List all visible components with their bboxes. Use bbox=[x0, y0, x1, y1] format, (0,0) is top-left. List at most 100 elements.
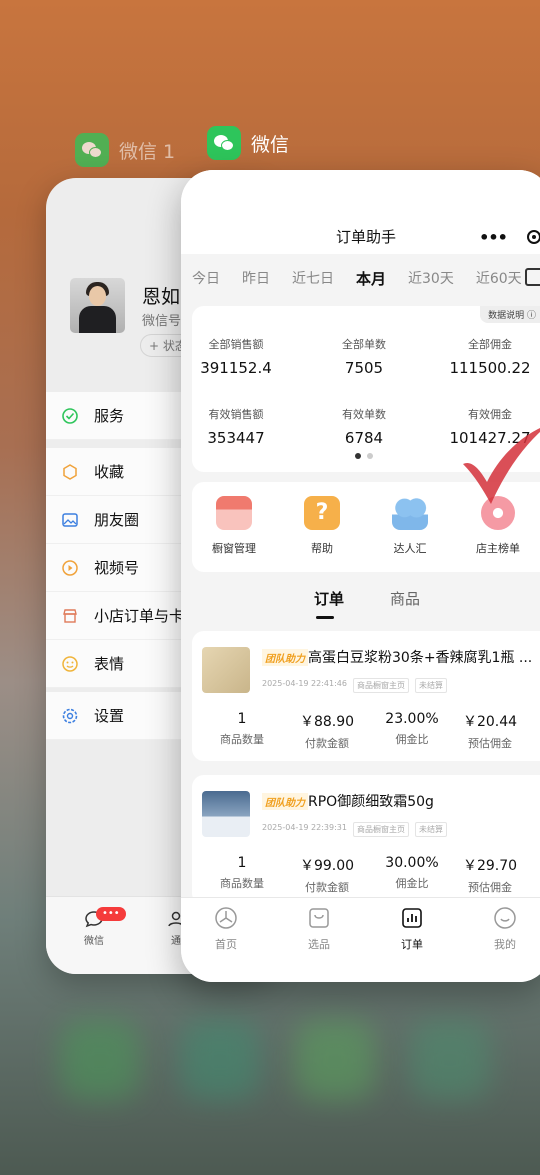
order-estimated-commission: ￥20.44 预估佣金 bbox=[448, 711, 532, 751]
more-options-button[interactable]: ••• bbox=[473, 228, 513, 247]
cell-label: 预估佣金 bbox=[468, 881, 512, 894]
tab-home[interactable]: 首页 bbox=[196, 906, 256, 952]
stat-value: 111500.22 bbox=[449, 359, 531, 377]
unread-badge: ••• bbox=[96, 907, 126, 921]
stat-valid-orders: 有效单数 6784 bbox=[304, 406, 424, 447]
tool-storefront-management[interactable]: 橱窗管理 bbox=[194, 496, 274, 556]
tab-yesterday[interactable]: 昨日 bbox=[231, 268, 281, 288]
background-app-blur bbox=[60, 1020, 140, 1100]
order-product-title: RPO御颜细致霜50g bbox=[308, 794, 434, 810]
stat-value: 7505 bbox=[344, 359, 384, 377]
tab-orders[interactable]: 订单 bbox=[314, 588, 344, 609]
shop-icon bbox=[60, 606, 80, 626]
channels-icon bbox=[60, 558, 80, 578]
cell-label: 佣金比 bbox=[395, 877, 429, 890]
team-boost-tag: 团队助力 bbox=[262, 793, 308, 810]
stat-valid-sales: 有效销售额 353447 bbox=[181, 406, 296, 447]
data-explanation-button[interactable]: 数据说明 ⓘ bbox=[480, 306, 540, 323]
stat-total-orders: 全部单数 7505 bbox=[304, 336, 424, 377]
tool-talent-hub[interactable]: 达人汇 bbox=[370, 496, 450, 556]
order-time: 2025-04-19 22:41:46 bbox=[262, 679, 347, 688]
tool-label: 店主榜单 bbox=[476, 542, 520, 555]
favorites-icon bbox=[60, 462, 80, 482]
settings-icon bbox=[60, 706, 80, 726]
tab-last-30-days[interactable]: 近30天 bbox=[397, 268, 465, 288]
tab-products[interactable]: 商品 bbox=[390, 588, 420, 609]
stat-value: 353447 bbox=[207, 429, 265, 447]
avatar[interactable] bbox=[70, 278, 125, 333]
team-boost-tag: 团队助力 bbox=[262, 649, 308, 666]
menu-item-label: 收藏 bbox=[94, 463, 125, 481]
orders-chart-icon bbox=[402, 908, 422, 928]
cell-value: 23.00% bbox=[385, 711, 439, 727]
background-app-blur bbox=[295, 1020, 375, 1100]
order-payment: ￥99.00 付款金额 bbox=[285, 855, 369, 895]
order-payment: ￥88.90 付款金额 bbox=[285, 711, 369, 751]
carousel-indicator bbox=[355, 453, 373, 459]
cell-value: 1 bbox=[237, 855, 247, 871]
tab-last-60-days[interactable]: 近60天 bbox=[465, 268, 533, 288]
settlement-status-tag: 未结算 bbox=[414, 678, 447, 693]
order-estimated-commission: ￥29.70 预估佣金 bbox=[448, 855, 532, 895]
order-commission-rate: 30.00% 佣金比 bbox=[370, 855, 454, 891]
menu-item-label: 小店订单与卡 bbox=[94, 607, 185, 625]
front-app-name: 微信 bbox=[251, 133, 290, 156]
tab-label: 微信 bbox=[84, 936, 104, 947]
active-tab-underline bbox=[316, 616, 334, 619]
product-thumbnail bbox=[202, 791, 250, 837]
tab-last-7-days[interactable]: 近七日 bbox=[281, 268, 345, 288]
emoji-icon bbox=[60, 654, 80, 674]
tool-label: 橱窗管理 bbox=[212, 542, 256, 555]
wechat-icon bbox=[75, 133, 109, 167]
tool-help[interactable]: ? 帮助 bbox=[282, 496, 362, 556]
tab-today[interactable]: 今日 bbox=[181, 268, 231, 288]
order-commission-rate: 23.00% 佣金比 bbox=[370, 711, 454, 747]
tab-chats[interactable]: 微信 ••• bbox=[74, 907, 126, 947]
tab-label: 我的 bbox=[494, 938, 516, 951]
cell-label: 佣金比 bbox=[395, 733, 429, 746]
stat-label: 有效销售额 bbox=[208, 408, 264, 421]
order-meta: 2025-04-19 22:41:46 商品橱窗主页 未结算 bbox=[262, 678, 447, 693]
tab-label: 首页 bbox=[215, 938, 237, 951]
order-card[interactable]: 团队助力 高蛋白豆浆粉30条+香辣腐乳1瓶 ... 2025-04-19 22:… bbox=[192, 631, 540, 761]
tool-label: 达人汇 bbox=[393, 542, 427, 555]
date-range-tabs: 今日 昨日 近七日 本月 近30天 近60天 bbox=[181, 254, 540, 302]
cell-value: ￥20.44 bbox=[462, 714, 518, 730]
home-icon bbox=[215, 907, 237, 929]
order-quantity: 1 商品数量 bbox=[200, 855, 284, 891]
order-time: 2025-04-19 22:39:31 bbox=[262, 823, 347, 832]
menu-item-label: 设置 bbox=[94, 707, 125, 725]
order-meta: 2025-04-19 22:39:31 商品橱窗主页 未结算 bbox=[262, 822, 447, 837]
stat-label: 全部佣金 bbox=[468, 338, 512, 351]
tab-this-month[interactable]: 本月 bbox=[345, 268, 397, 289]
background-app-blur bbox=[410, 1020, 490, 1100]
stat-total-commission: 全部佣金 111500.22 bbox=[430, 336, 540, 377]
calendar-icon[interactable] bbox=[525, 268, 540, 286]
cell-label: 付款金额 bbox=[305, 881, 349, 894]
cell-value: 1 bbox=[237, 711, 247, 727]
bottom-tabbar: 首页 选品 订单 我的 bbox=[181, 897, 540, 982]
help-icon: ? bbox=[304, 496, 340, 530]
tab-label: 订单 bbox=[401, 938, 423, 951]
profile-icon bbox=[494, 907, 516, 929]
tab-selection[interactable]: 选品 bbox=[289, 906, 349, 952]
menu-item-label: 服务 bbox=[94, 407, 125, 425]
order-card[interactable]: 团队助力 RPO御颜细致霜50g 2025-04-19 22:39:31 商品橱… bbox=[192, 775, 540, 905]
stat-total-sales: 全部销售额 391152.4 bbox=[181, 336, 296, 377]
menu-item-label: 视频号 bbox=[94, 559, 140, 577]
selection-bag-icon bbox=[309, 908, 329, 928]
front-app-card[interactable]: 订单助手 ••• 今日 昨日 近七日 本月 近30天 近60天 数据说明 ⓘ 全… bbox=[181, 170, 540, 982]
back-app-name: 微信 1 bbox=[119, 140, 176, 163]
segment-tabs: 订单 商品 bbox=[181, 588, 540, 619]
tab-orders-nav[interactable]: 订单 bbox=[382, 906, 442, 952]
moments-icon bbox=[60, 510, 80, 530]
stat-label: 全部单数 bbox=[342, 338, 386, 351]
cell-value: ￥29.70 bbox=[462, 858, 518, 874]
order-source-tag: 商品橱窗主页 bbox=[352, 822, 409, 837]
close-miniprogram-icon[interactable] bbox=[527, 230, 540, 244]
front-app-switcher-label[interactable]: 微信 bbox=[207, 126, 289, 160]
tab-mine[interactable]: 我的 bbox=[475, 906, 535, 952]
stat-label: 全部销售额 bbox=[208, 338, 264, 351]
back-app-switcher-label[interactable]: 微信 1 bbox=[75, 133, 175, 167]
order-quantity: 1 商品数量 bbox=[200, 711, 284, 747]
